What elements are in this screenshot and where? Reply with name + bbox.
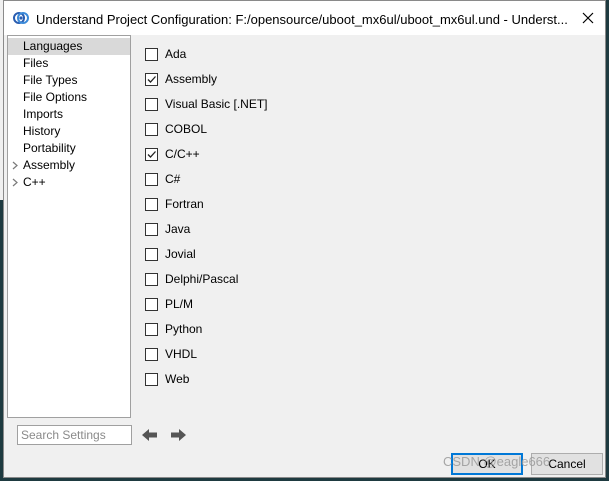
language-option-c[interactable]: C# — [145, 170, 180, 188]
language-label: Delphi/Pascal — [165, 272, 239, 286]
language-option-vhdl[interactable]: VHDL — [145, 345, 197, 363]
checkbox[interactable] — [145, 197, 158, 211]
tree-item-label: Portability — [23, 141, 76, 155]
arrow-left-icon — [142, 429, 157, 441]
language-label: Assembly — [165, 72, 218, 86]
tree-item-label: Languages — [23, 39, 83, 53]
language-option-cobol[interactable]: COBOL — [145, 120, 207, 138]
language-option-web[interactable]: Web — [145, 370, 189, 388]
checkbox[interactable] — [145, 297, 158, 311]
checkbox[interactable] — [145, 172, 158, 186]
checkbox[interactable] — [145, 147, 158, 161]
language-option-ada[interactable]: Ada — [145, 45, 186, 63]
settings-category-tree[interactable]: Languages Files File Types File Options Impo… — [7, 35, 131, 418]
tree-item-label: File Types — [23, 73, 78, 87]
language-label: VHDL — [165, 347, 198, 361]
tree-item-history[interactable]: History — [8, 123, 130, 140]
tree-item-portability[interactable]: Portability — [8, 140, 130, 157]
tree-item-label: File Options — [23, 90, 88, 104]
language-option-java[interactable]: Java — [145, 220, 190, 238]
chevron-right-icon[interactable] — [12, 174, 20, 191]
checkbox[interactable] — [145, 247, 158, 261]
language-label: COBOL — [165, 122, 208, 136]
check-icon — [147, 75, 156, 83]
tree-item-languages[interactable]: Languages — [8, 38, 130, 55]
check-icon — [147, 150, 156, 158]
cancel-button[interactable]: Cancel — [531, 453, 603, 475]
tree-item-files[interactable]: Files — [8, 55, 130, 72]
checkbox[interactable] — [145, 47, 158, 61]
window-title: Understand Project Configuration: F:/ope… — [36, 12, 568, 27]
checkbox[interactable] — [145, 322, 158, 336]
language-label: C/C++ — [165, 147, 200, 161]
close-icon — [582, 12, 594, 24]
chevron-right-icon[interactable] — [12, 157, 20, 174]
project-configuration-dialog: Understand Project Configuration: F:/ope… — [3, 0, 606, 478]
ok-button[interactable]: OK — [451, 453, 523, 475]
language-option-pl-m[interactable]: PL/M — [145, 295, 193, 313]
language-label: Ada — [165, 47, 187, 61]
checkbox[interactable] — [145, 347, 158, 361]
back-arrow-button[interactable] — [141, 427, 159, 443]
search-settings-input[interactable] — [17, 425, 132, 445]
checkbox[interactable] — [145, 122, 158, 136]
language-option-c-c[interactable]: C/C++ — [145, 145, 200, 163]
title-bar[interactable]: Understand Project Configuration: F:/ope… — [4, 1, 605, 35]
language-label: Python — [165, 322, 203, 336]
arrow-right-icon — [171, 429, 186, 441]
language-label: Java — [165, 222, 191, 236]
language-option-jovial[interactable]: Jovial — [145, 245, 196, 263]
tree-item-label: Files — [23, 56, 49, 70]
language-label: Jovial — [165, 247, 196, 261]
forward-arrow-button[interactable] — [169, 427, 187, 443]
language-label: Web — [165, 372, 190, 386]
tree-item-label: Imports — [23, 107, 64, 121]
close-button[interactable] — [577, 7, 599, 29]
tree-item-file-types[interactable]: File Types — [8, 72, 130, 89]
language-label: C# — [165, 172, 181, 186]
checkbox[interactable] — [145, 222, 158, 236]
tree-item-assembly[interactable]: Assembly — [8, 157, 130, 174]
language-label: PL/M — [165, 297, 194, 311]
understand-app-icon — [13, 10, 29, 26]
tree-item-label: History — [23, 124, 61, 138]
language-label: Visual Basic [.NET] — [165, 97, 268, 111]
checkbox[interactable] — [145, 372, 158, 386]
tree-item-file-options[interactable]: File Options — [8, 89, 130, 106]
language-option-python[interactable]: Python — [145, 320, 202, 338]
language-option-assembly[interactable]: Assembly — [145, 70, 217, 88]
tree-item-label: C++ — [23, 175, 46, 189]
checkbox[interactable] — [145, 72, 158, 86]
tree-item-label: Assembly — [23, 158, 76, 172]
checkbox[interactable] — [145, 97, 158, 111]
tree-item-c[interactable]: C++ — [8, 174, 130, 191]
language-option-fortran[interactable]: Fortran — [145, 195, 204, 213]
language-option-delphi-pascal[interactable]: Delphi/Pascal — [145, 270, 238, 288]
tree-item-imports[interactable]: Imports — [8, 106, 130, 123]
language-option-visual-basic-net[interactable]: Visual Basic [.NET] — [145, 95, 267, 113]
checkbox[interactable] — [145, 272, 158, 286]
language-label: Fortran — [165, 197, 204, 211]
